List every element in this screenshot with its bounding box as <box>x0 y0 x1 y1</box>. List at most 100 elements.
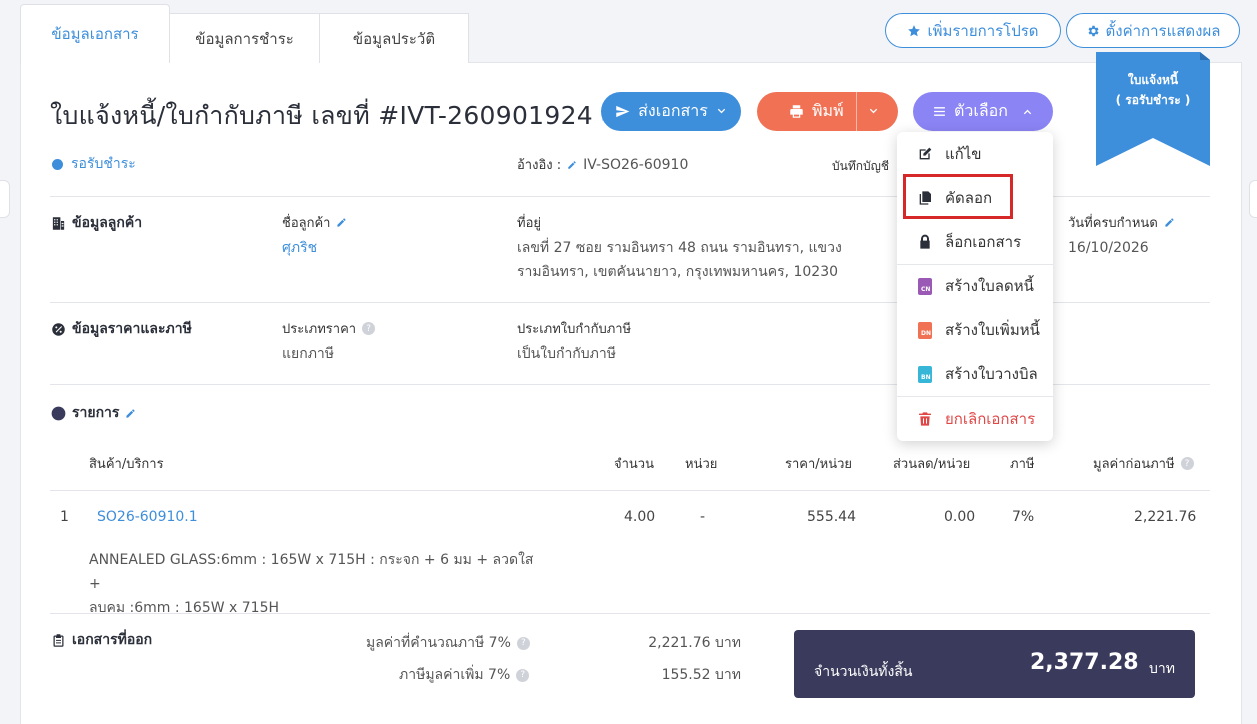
item-code-link[interactable]: SO26-60910.1 <box>97 509 198 525</box>
item-unit: - <box>700 509 706 525</box>
menu-lines-icon <box>934 107 945 116</box>
help-icon[interactable]: ? <box>516 636 530 650</box>
billing-note-icon: BN <box>918 365 932 383</box>
pricing-section-label: ข้อมูลราคาและภาษี <box>72 321 192 337</box>
tax-doc-type-label: ประเภทใบกำกับภาษี <box>517 322 632 337</box>
help-icon[interactable]: ? <box>516 668 530 682</box>
document-title: ใบแจ้งหนี้/ใบกำกับภาษี เลขที่ #IVT-26090… <box>50 96 613 136</box>
address-line-1: เลขที่ 27 ซอย รามอินทรา 48 ถนน รามอินทรา… <box>517 240 842 256</box>
ribbon-title: ใบแจ้งหนี้ <box>1127 73 1179 87</box>
credit-note-badge: CN <box>921 285 931 293</box>
column-header-discount: ส่วนลด/หน่วย <box>893 457 971 472</box>
menu-item-credit-note[interactable]: CN สร้างใบลดหนี้ <box>897 264 1053 308</box>
help-icon[interactable]: ? <box>362 322 376 335</box>
display-settings-button[interactable]: ตั้งค่าการแสดงผล <box>1066 13 1240 48</box>
items-section-title: รายการ <box>51 402 136 424</box>
column-header-product: สินค้า/บริการ <box>89 457 164 472</box>
issued-docs-label: เอกสารที่ออก <box>72 632 153 648</box>
gear-icon <box>1088 25 1099 36</box>
column-header-unit: หน่วย <box>685 457 718 472</box>
item-discount: 0.00 <box>944 509 976 525</box>
reference-field: อ้างอิง : IV-SO26-60910 <box>517 154 688 175</box>
edit-icon <box>919 147 932 160</box>
grand-total-box: จำนวนเงินทั้งสิ้น 2,377.28 บาท <box>794 630 1195 698</box>
address-line-2: รามอินทรา, เขตคันนายาว, กรุงเทพมหานคร, 1… <box>517 264 839 280</box>
grand-total-unit: บาท <box>1149 661 1175 677</box>
customer-section-label: ข้อมูลลูกค้า <box>72 215 143 231</box>
print-button[interactable]: พิมพ์ <box>757 92 898 131</box>
display-settings-label: ตั้งค่าการแสดงผล <box>1105 21 1221 40</box>
add-favorite-button[interactable]: เพิ่มรายการโปรด <box>885 13 1061 48</box>
menu-item-cancel-document[interactable]: ยกเลิกเอกสาร <box>897 397 1053 441</box>
issued-docs-title: เอกสารที่ออก <box>51 629 152 651</box>
customer-section-title: ข้อมูลลูกค้า <box>51 212 142 234</box>
item-description-line-1: ANNEALED GLASS:6mm : 165W x 715H : กระจก… <box>89 552 534 592</box>
document-title-text: ใบแจ้งหนี้/ใบกำกับภาษี เลขที่ #IVT-26090… <box>50 101 593 130</box>
trash-icon <box>919 412 931 426</box>
percent-badge-icon <box>52 322 65 336</box>
vat-value: 155.52 บาท <box>661 667 741 683</box>
row-number: 1 <box>60 509 69 525</box>
status-dot-icon <box>52 158 63 170</box>
status-text: รอรับชำระ <box>71 156 136 172</box>
copy-highlight-box <box>903 174 1013 219</box>
menu-item-credit-note-label: สร้างใบลดหนี้ <box>945 277 1034 295</box>
debit-note-badge: DN <box>921 329 932 337</box>
taxable-amount-label-row: มูลค่าที่คำนวณภาษี 7% ? <box>366 632 530 654</box>
due-date-field-label: วันที่ครบกำหนด <box>1068 212 1175 233</box>
left-panel-handle[interactable] <box>0 180 10 218</box>
reference-label: อ้างอิง : <box>517 158 562 173</box>
ribbon-text: ใบแจ้งหนี้ ( รอรับชำระ ) <box>1096 70 1210 110</box>
tab-history-info[interactable]: ข้อมูลประวัติ <box>319 13 469 63</box>
menu-item-edit[interactable]: แก้ไข <box>897 132 1053 176</box>
help-icon[interactable]: ? <box>1180 457 1194 470</box>
column-header-price: ราคา/หน่วย <box>785 457 853 472</box>
grand-total-label: จำนวนเงินทั้งสิ้น <box>814 664 913 680</box>
menu-item-lock[interactable]: ล็อกเอกสาร <box>897 220 1053 264</box>
lock-icon <box>920 234 930 249</box>
options-label: ตัวเลือก <box>954 101 1008 120</box>
divider <box>50 613 1210 614</box>
edit-due-date-icon[interactable] <box>1164 217 1175 228</box>
pretax-header-label: มูลค่าก่อนภาษี <box>1093 457 1175 472</box>
send-document-button[interactable]: ส่งเอกสาร <box>601 92 741 131</box>
customer-name-link[interactable]: ศุภริช <box>282 236 317 261</box>
tab-bar: ข้อมูลเอกสาร ข้อมูลการชำระ ข้อมูลประวัติ <box>20 4 469 63</box>
menu-item-billing-note[interactable]: BN สร้างใบวางบิล <box>897 352 1053 396</box>
customer-name-field-label: ชื่อลูกค้า <box>282 212 347 233</box>
taxable-amount-value: 2,221.76 บาท <box>648 635 741 651</box>
price-type-value: แยกภาษี <box>282 346 335 362</box>
column-header-tax: ภาษี <box>1010 457 1035 472</box>
price-type-field-label: ประเภทราคา ? <box>282 318 376 339</box>
menu-item-edit-label: แก้ไข <box>945 145 982 163</box>
taxable-amount-label: มูลค่าที่คำนวณภาษี 7% <box>366 635 511 651</box>
tax-doc-type-value: เป็นใบกำกับภาษี <box>517 346 616 362</box>
item-qty: 4.00 <box>624 509 656 525</box>
table-header-divider <box>50 490 1210 491</box>
item-pretax: 2,221.76 <box>1134 509 1197 525</box>
tab-payment-info[interactable]: ข้อมูลการชำระ <box>169 13 320 63</box>
edit-reference-icon[interactable] <box>567 160 577 170</box>
items-dot-icon <box>51 406 66 420</box>
right-panel-handle[interactable] <box>1249 180 1257 218</box>
item-description-line-2: ลบคม :6mm : 165W x 715H <box>89 600 280 616</box>
edit-items-icon[interactable] <box>125 408 136 419</box>
menu-item-cancel-label: ยกเลิกเอกสาร <box>945 410 1036 428</box>
credit-note-icon: CN <box>918 277 932 295</box>
menu-item-debit-note[interactable]: DN สร้างใบเพิ่มหนี้ <box>897 308 1053 352</box>
item-price: 555.44 <box>807 509 856 525</box>
address-label: ที่อยู่ <box>517 216 541 231</box>
chevron-up-icon <box>1023 109 1032 115</box>
print-options-chevron-icon[interactable] <box>868 106 879 117</box>
print-label: พิมพ์ <box>812 101 844 120</box>
ribbon-subtitle: ( รอรับชำระ ) <box>1115 93 1191 107</box>
due-date-value: 16/10/2026 <box>1068 240 1149 256</box>
paper-plane-icon <box>616 105 630 118</box>
edit-customer-icon[interactable] <box>336 217 347 228</box>
tab-document-info[interactable]: ข้อมูลเอกสาร <box>20 4 170 63</box>
column-header-pretax: มูลค่าก่อนภาษี ? <box>1093 453 1194 474</box>
options-button[interactable]: ตัวเลือก <box>913 92 1053 131</box>
building-icon <box>52 216 65 230</box>
clipboard-icon <box>53 633 64 647</box>
vat-label-row: ภาษีมูลค่าเพิ่ม 7% ? <box>399 664 530 686</box>
